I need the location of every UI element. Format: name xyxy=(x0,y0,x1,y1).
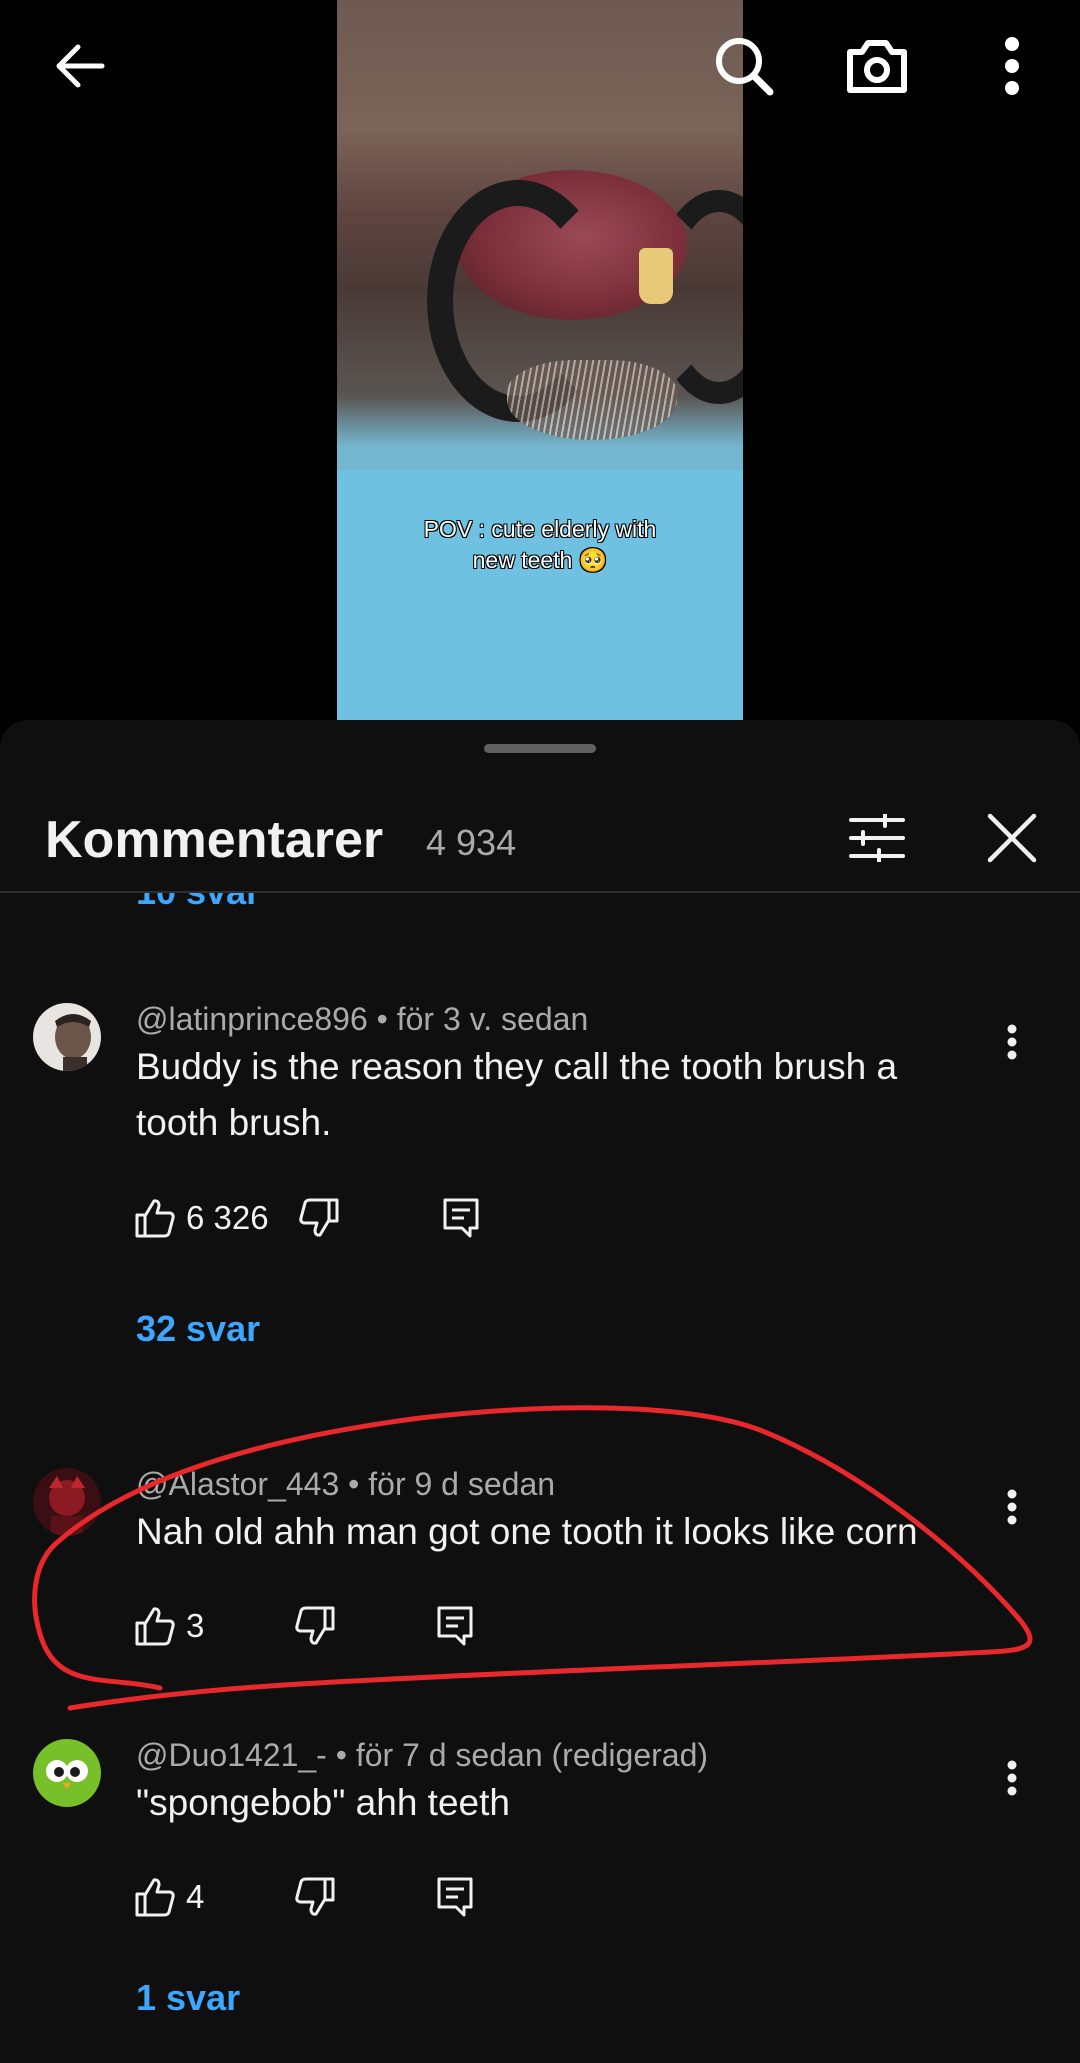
view-replies-link[interactable]: 1 svar xyxy=(136,1977,240,2019)
more-vertical-icon xyxy=(1007,1024,1017,1060)
more-options-button[interactable] xyxy=(968,22,1056,110)
more-vertical-icon xyxy=(1005,37,1019,95)
video-caption-line2: new teeth 🥺 xyxy=(472,547,608,573)
search-icon xyxy=(716,38,774,96)
comment-text: Nah old ahh man got one tooth it looks l… xyxy=(136,1504,976,1560)
reply-comment-icon xyxy=(437,1877,473,1917)
video-beard xyxy=(507,360,677,440)
avatar-image xyxy=(33,1739,101,1807)
sort-filter-button[interactable] xyxy=(837,798,917,878)
reply-button[interactable] xyxy=(436,1598,474,1654)
view-replies-link[interactable]: 32 svar xyxy=(136,1308,260,1350)
arrow-left-icon xyxy=(56,44,105,88)
dislike-button[interactable] xyxy=(294,1869,336,1925)
camera-icon xyxy=(847,40,907,93)
comment-text-line1: Nah old ahh man got one tooth it looks l… xyxy=(136,1511,918,1552)
like-count: 6 326 xyxy=(186,1199,269,1236)
thumbs-up-icon xyxy=(135,1607,175,1646)
avatar-image xyxy=(33,1468,101,1536)
comment-actions: 6 326 xyxy=(134,1190,734,1246)
video-frame[interactable]: POV : cute elderly with new teeth 🥺 xyxy=(337,0,743,720)
reply-comment-icon xyxy=(437,1606,473,1646)
more-vertical-icon xyxy=(1007,1760,1017,1796)
thumbs-up-icon xyxy=(135,1878,175,1917)
comment-text-line1: Buddy is the reason they call the tooth … xyxy=(136,1046,898,1087)
search-button[interactable] xyxy=(700,22,788,110)
more-vertical-icon xyxy=(1007,1489,1017,1525)
sliders-icon xyxy=(849,814,905,862)
comments-count: 4 934 xyxy=(426,822,517,863)
comment-actions: 4 xyxy=(134,1869,734,1925)
thumbs-down-icon xyxy=(295,1877,335,1916)
reply-button[interactable] xyxy=(436,1869,474,1925)
like-button[interactable]: 3 xyxy=(134,1598,204,1654)
dislike-button[interactable] xyxy=(298,1190,340,1246)
close-comments-button[interactable] xyxy=(972,798,1052,878)
avatar[interactable] xyxy=(33,1468,101,1536)
comment-text: Buddy is the reason they call the tooth … xyxy=(136,1039,976,1151)
thumbs-down-icon xyxy=(295,1606,335,1645)
comment-more-button[interactable] xyxy=(980,1010,1044,1074)
comment-meta: @latinprince896 • för 3 v. sedan xyxy=(136,1001,589,1037)
comment-text: "spongebob" ahh teeth xyxy=(136,1775,976,1831)
video-caption-line1: POV : cute elderly with xyxy=(423,516,657,542)
comment-list[interactable]: 10 svar @latinprince896 • för 3 v. sedan… xyxy=(0,893,1080,2063)
like-button[interactable]: 6 326 xyxy=(134,1190,269,1246)
avatar[interactable] xyxy=(33,1739,101,1807)
comment-text-line2: tooth brush. xyxy=(136,1102,332,1143)
thumbs-up-icon xyxy=(135,1199,175,1238)
comments-header: Kommentarer 4 934 xyxy=(0,780,1080,892)
drag-handle[interactable] xyxy=(484,744,596,753)
avatar-image xyxy=(33,1003,101,1071)
comments-title: Kommentarer xyxy=(45,811,384,869)
close-icon xyxy=(987,813,1037,863)
like-count: 4 xyxy=(186,1878,205,1915)
video-player[interactable]: POV : cute elderly with new teeth 🥺 xyxy=(0,0,1080,720)
avatar[interactable] xyxy=(33,1003,101,1071)
comment-text-line1: "spongebob" ahh teeth xyxy=(136,1782,510,1823)
reply-comment-icon xyxy=(443,1198,479,1238)
thumbs-down-icon xyxy=(299,1198,339,1237)
camera-button[interactable] xyxy=(833,22,921,110)
comment-actions: 3 xyxy=(134,1598,734,1654)
dislike-button[interactable] xyxy=(294,1598,336,1654)
video-caption: POV : cute elderly with new teeth 🥺 xyxy=(337,514,743,576)
back-button[interactable] xyxy=(36,22,124,110)
reply-button[interactable] xyxy=(442,1190,480,1246)
video-dental-bib xyxy=(337,470,743,720)
comments-sheet: Kommentarer 4 934 10 svar xyxy=(0,720,1080,2063)
replies-link-partial[interactable]: 10 svar xyxy=(136,893,260,913)
comment-meta: @Duo1421_- • för 7 d sedan (redigerad) xyxy=(136,1737,709,1773)
comment-meta: @Alastor_443 • för 9 d sedan xyxy=(136,1466,556,1502)
like-button[interactable]: 4 xyxy=(134,1869,204,1925)
comment-more-button[interactable] xyxy=(980,1475,1044,1539)
comment-more-button[interactable] xyxy=(980,1746,1044,1810)
like-count: 3 xyxy=(186,1607,205,1644)
